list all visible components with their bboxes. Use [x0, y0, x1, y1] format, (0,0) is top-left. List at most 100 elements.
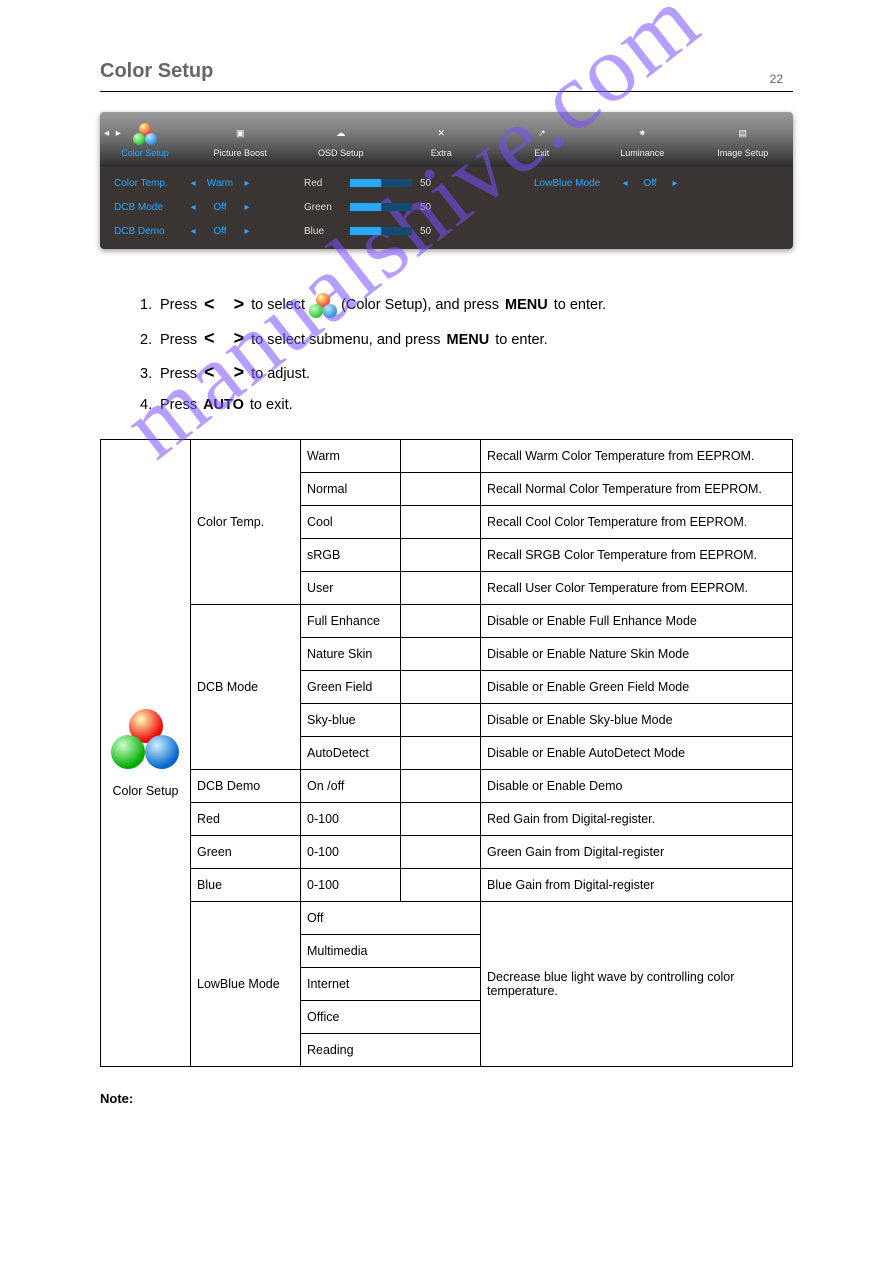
slider-track[interactable] — [350, 227, 412, 235]
arrow-left-icon[interactable]: ◂ — [618, 178, 632, 189]
table-row: Green0-100Green Gain from Digital-regist… — [101, 836, 793, 869]
color-setup-icon — [133, 122, 157, 146]
setting-label: LowBlue Mode — [534, 178, 618, 189]
menu-button-label: MENU — [447, 327, 490, 355]
step-2: 2. Press < > to select submenu, and pres… — [140, 323, 793, 357]
cell-value: 0-100 — [301, 836, 401, 869]
text: to select submenu, and press — [251, 327, 440, 355]
setting-color-temp[interactable]: Color Temp. ◂ Warm ▸ — [114, 175, 304, 191]
slider-value: 50 — [420, 202, 440, 213]
step-1: 1. Press < > to select (Color Setup), an… — [140, 289, 793, 323]
cell-value: Multimedia — [301, 935, 481, 968]
slider-value: 50 — [420, 178, 440, 189]
cell-value: Full Enhance — [301, 605, 401, 638]
tab-exit[interactable]: ↗ Exit — [492, 112, 593, 167]
slider-value: 50 — [420, 226, 440, 237]
setting-dcb-demo[interactable]: DCB Demo ◂ Off ▸ — [114, 223, 304, 239]
arrow-pair-icon: < > — [203, 323, 245, 357]
slider-green[interactable]: Green 50 — [304, 199, 534, 215]
color-setup-icon — [309, 295, 337, 317]
text: Press — [160, 392, 197, 420]
cell-desc: Blue Gain from Digital-register — [481, 869, 793, 902]
setting-value: Off — [200, 226, 240, 237]
setting-lowblue[interactable]: LowBlue Mode ◂ Off ▸ — [534, 175, 779, 191]
text: Press — [160, 292, 197, 320]
setting-dcb-mode[interactable]: DCB Mode ◂ Off ▸ — [114, 199, 304, 215]
cell-value: User — [301, 572, 401, 605]
step-3: 3. Press < > to adjust. — [140, 357, 793, 391]
settings-table: Color Setup Color Temp. Warm Recall Warm… — [100, 439, 793, 1067]
tab-label: Color Setup — [121, 148, 169, 158]
table-row: LowBlue Mode Off Decrease blue light wav… — [101, 902, 793, 935]
setting-label: DCB Demo — [114, 226, 186, 237]
text: to enter. — [495, 327, 547, 355]
tab-luminance[interactable]: ✷ Luminance — [592, 112, 693, 167]
note-label: Note: — [100, 1091, 133, 1106]
color-setup-icon — [111, 709, 181, 767]
page-number: 22 — [770, 72, 783, 86]
cell-name: DCB Demo — [191, 770, 301, 803]
setting-label: Color Temp. — [114, 178, 186, 189]
setting-value: Off — [632, 178, 668, 189]
tab-extra[interactable]: ✕ Extra — [391, 112, 492, 167]
cell-desc: Decrease blue light wave by controlling … — [481, 902, 793, 1067]
text: Press — [160, 327, 197, 355]
cell-name: Blue — [191, 869, 301, 902]
slider-track[interactable] — [350, 203, 412, 211]
slider-blue[interactable]: Blue 50 — [304, 223, 534, 239]
cell-name: Green — [191, 836, 301, 869]
slider-red[interactable]: Red 50 — [304, 175, 534, 191]
group-cell: Color Setup — [101, 440, 191, 1067]
osd-panel: ◂ ▸ Color Setup ▣ Picture Boost ☁ OSD Se… — [100, 112, 793, 249]
section-title: Color Setup — [100, 60, 213, 82]
tab-label: OSD Setup — [318, 148, 364, 158]
group-label: Color Setup — [112, 784, 178, 798]
cell-desc: Recall Warm Color Temperature from EEPRO… — [481, 440, 793, 473]
cell-desc: Recall Normal Color Temperature from EEP… — [481, 473, 793, 506]
cell-desc: Recall User Color Temperature from EEPRO… — [481, 572, 793, 605]
arrow-left-icon[interactable]: ◂ — [186, 226, 200, 237]
instructions: 1. Press < > to select (Color Setup), an… — [100, 289, 793, 419]
cell-desc: Disable or Enable Sky-blue Mode — [481, 704, 793, 737]
osd-body: Color Temp. ◂ Warm ▸ DCB Mode ◂ Off ▸ DC… — [100, 167, 793, 249]
cell-value: Internet — [301, 968, 481, 1001]
cell-desc: Recall Cool Color Temperature from EEPRO… — [481, 506, 793, 539]
menu-button-label: MENU — [505, 292, 548, 320]
cell-value: Office — [301, 1001, 481, 1034]
arrow-right-icon[interactable]: ▸ — [240, 226, 254, 237]
setting-value: Warm — [200, 178, 240, 189]
cell-desc: Disable or Enable Full Enhance Mode — [481, 605, 793, 638]
cell-desc: Disable or Enable AutoDetect Mode — [481, 737, 793, 770]
text: to select — [251, 292, 305, 320]
tab-picture-boost[interactable]: ▣ Picture Boost — [190, 112, 291, 167]
arrow-left-icon[interactable]: ◂ — [186, 202, 200, 213]
exit-icon: ↗ — [530, 122, 554, 146]
osd-setup-icon: ☁ — [329, 122, 353, 146]
cell-value: Warm — [301, 440, 401, 473]
luminance-icon: ✷ — [630, 122, 654, 146]
tab-osd-setup[interactable]: ☁ OSD Setup — [291, 112, 392, 167]
cell-value: Normal — [301, 473, 401, 506]
arrow-right-icon[interactable]: ▸ — [668, 178, 682, 189]
text: Press — [160, 361, 197, 389]
tab-label: Luminance — [620, 148, 664, 158]
tab-image-setup[interactable]: ▤ Image Setup — [693, 112, 794, 167]
slider-label: Red — [304, 178, 350, 189]
slider-label: Green — [304, 202, 350, 213]
arrow-pair-icon: < > — [203, 289, 245, 323]
arrow-left-icon[interactable]: ◂ — [186, 178, 200, 189]
osd-tab-bar: ◂ ▸ Color Setup ▣ Picture Boost ☁ OSD Se… — [100, 112, 793, 167]
slider-track[interactable] — [350, 179, 412, 187]
cell-value: Cool — [301, 506, 401, 539]
picture-boost-icon: ▣ — [228, 122, 252, 146]
arrow-right-icon[interactable]: ▸ — [240, 178, 254, 189]
table-row: Color Setup Color Temp. Warm Recall Warm… — [101, 440, 793, 473]
subgroup-label: DCB Mode — [191, 605, 301, 770]
tab-color-setup[interactable]: ◂ ▸ Color Setup — [100, 112, 190, 167]
table-row: Blue0-100Blue Gain from Digital-register — [101, 869, 793, 902]
cell-desc: Recall SRGB Color Temperature from EEPRO… — [481, 539, 793, 572]
cell-value: Sky-blue — [301, 704, 401, 737]
arrow-right-icon[interactable]: ▸ — [240, 202, 254, 213]
note: Note: — [100, 1091, 793, 1106]
extra-icon: ✕ — [429, 122, 453, 146]
